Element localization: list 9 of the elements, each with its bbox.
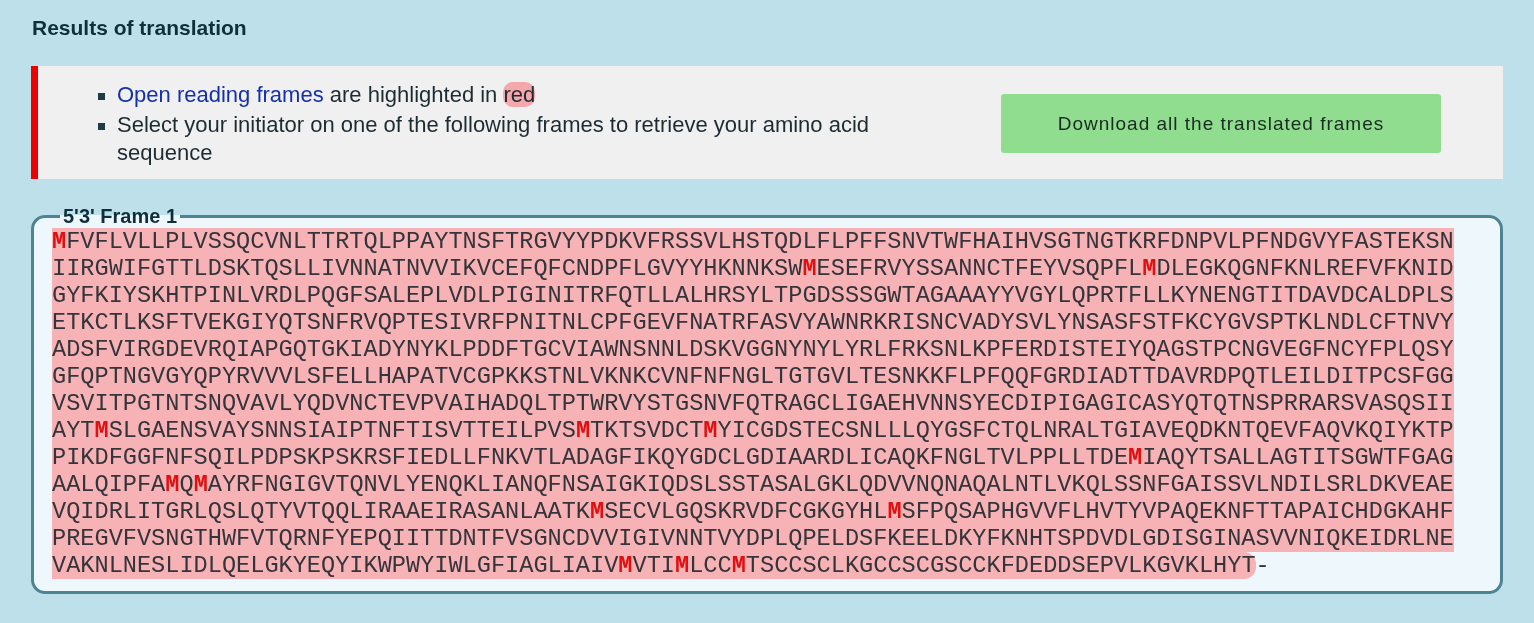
open-reading-frames-link[interactable]: Open reading frames (117, 81, 324, 107)
bullet-icon (98, 92, 105, 100)
notice-text: Open reading frames are highlighted in red (117, 80, 536, 109)
download-button[interactable]: Download all the translated frames (1001, 94, 1441, 153)
bullet-icon (98, 122, 105, 130)
frame-title: 5'3' Frame 1 (62, 205, 179, 228)
notice-text: Select your initiator on one of the following frames to retrieve your amino acid sequence (117, 110, 871, 167)
page-title: Results of translation (32, 16, 248, 40)
sequence-end: - (1255, 552, 1270, 579)
